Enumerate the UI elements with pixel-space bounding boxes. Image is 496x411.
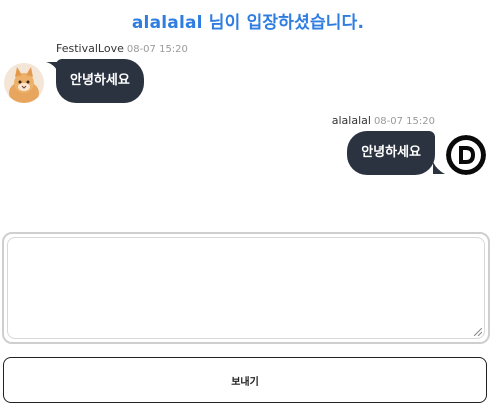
bubble-tail xyxy=(433,162,445,174)
message-time: 08-07 15:20 xyxy=(373,116,435,127)
resize-grip-icon[interactable] xyxy=(474,328,482,336)
message-input[interactable] xyxy=(7,237,485,339)
message-time: 08-07 15:20 xyxy=(126,44,188,55)
cat-avatar-icon[interactable] xyxy=(4,63,44,103)
sender-name: FestivalLove xyxy=(56,42,124,55)
message-meta: alalalal 08-07 15:20 xyxy=(332,114,435,127)
chat-bubble: 안녕하세요 xyxy=(347,131,435,175)
message-meta: FestivalLove 08-07 15:20 xyxy=(56,42,188,55)
send-button[interactable]: 보내기 xyxy=(3,357,487,403)
chat-bubble: 안녕하세요 xyxy=(56,59,144,103)
d-logo-avatar-icon[interactable] xyxy=(446,135,486,175)
message-composer xyxy=(2,232,490,344)
system-notice: alalalal 님이 입장하셨습니다. xyxy=(131,13,365,33)
sender-name: alalalal xyxy=(331,114,371,127)
